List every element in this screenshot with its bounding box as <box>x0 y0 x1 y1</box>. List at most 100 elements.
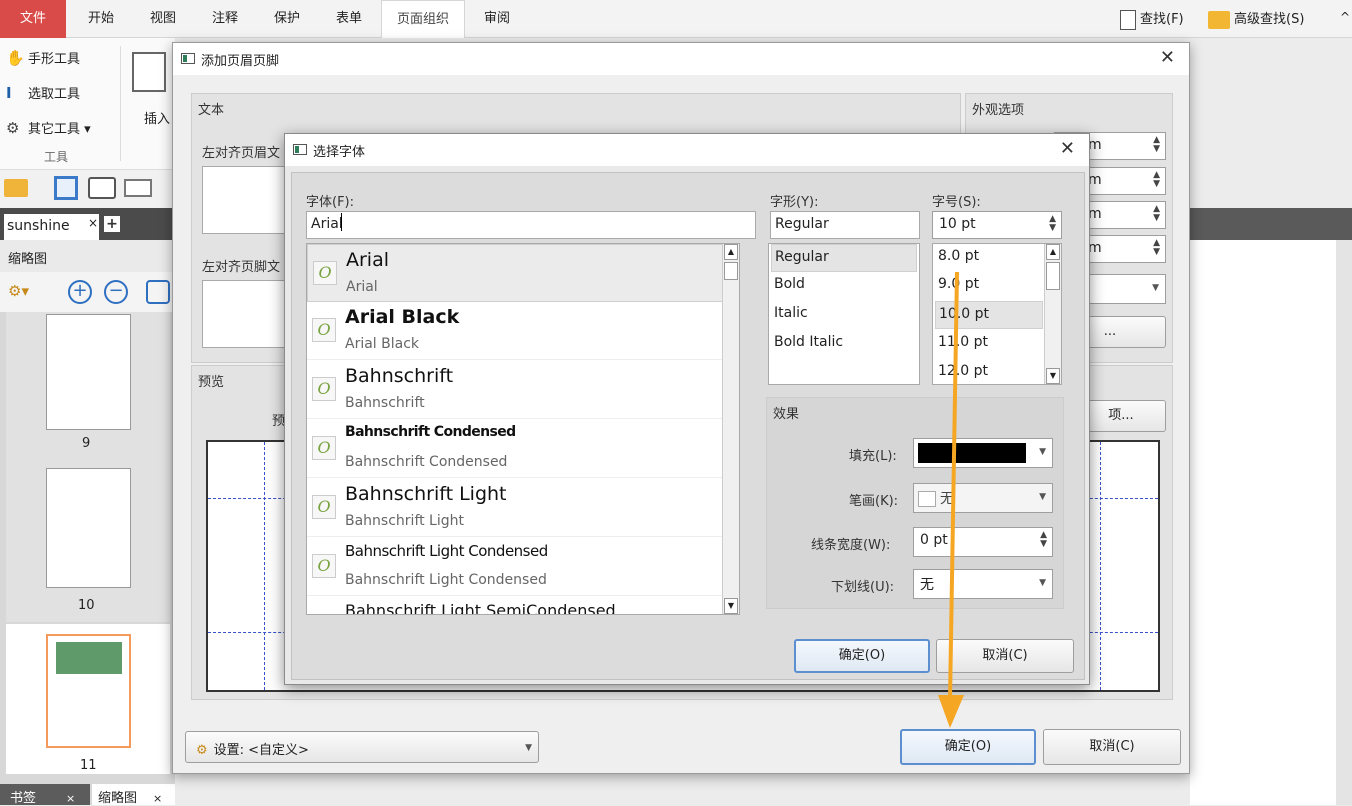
font-item-name: Arial Black <box>345 306 460 328</box>
font-item-bahnschrift-light-semicondensed[interactable]: Bahnschrift Light SemiCondensed <box>307 597 735 614</box>
bookmarks-tab[interactable]: 书签 × <box>0 784 90 806</box>
font-item-name: Bahnschrift Condensed <box>345 424 516 440</box>
zoom-out-icon[interactable]: − <box>104 280 128 304</box>
size-spinner[interactable]: 10 pt ▲ ▼ <box>932 211 1062 239</box>
size-item-8[interactable]: 8.0 pt <box>935 244 1043 272</box>
font-list[interactable]: O Arial Arial O Arial Black Arial Black O Bah… <box>306 243 740 615</box>
tab-file[interactable]: 文件 <box>0 0 66 38</box>
hand-icon: ✋ <box>6 49 25 67</box>
stroke-label: 笔画(K): <box>849 494 899 509</box>
tab-review[interactable]: 审阅 <box>470 0 524 38</box>
page-9-number: 9 <box>82 436 91 451</box>
window-icon <box>181 53 195 64</box>
font-item-bahnschrift-light-condensed[interactable]: O Bahnschrift Light Condensed Bahnschrift … <box>307 538 735 596</box>
insert-page-icon[interactable] <box>132 52 166 92</box>
guide-line <box>1100 442 1101 690</box>
tab-page-organize[interactable]: 页面组织 <box>381 0 465 38</box>
spin-arrows-icon[interactable]: ▲ ▼ <box>1153 205 1160 223</box>
close-font-dialog-icon[interactable]: ✕ <box>1060 138 1075 159</box>
thumbnails-tab[interactable]: 缩略图 × <box>92 784 175 806</box>
rotate-icon[interactable] <box>146 280 170 304</box>
search-doc-icon <box>1120 9 1136 30</box>
font-name-input[interactable]: Arial <box>306 211 756 239</box>
page-10-number: 10 <box>78 598 95 613</box>
tab-protect[interactable]: 保护 <box>260 0 314 38</box>
print-icon[interactable] <box>88 177 116 199</box>
settings-value: 设置: <自定义> <box>213 743 309 758</box>
spin-arrows-icon[interactable]: ▲ ▼ <box>1153 171 1160 189</box>
settings-gear-icon[interactable]: ⚙▾ <box>8 282 29 300</box>
save-icon[interactable] <box>54 176 78 200</box>
close-thumbnails-icon[interactable]: × <box>153 792 162 805</box>
effects-label: 效果 <box>773 407 800 422</box>
size-list-scrollbar[interactable]: ▲ ▼ <box>1044 244 1061 384</box>
spin-arrows-icon[interactable]: ▲ ▼ <box>1153 136 1160 154</box>
style-input[interactable]: Regular <box>770 211 920 239</box>
style-item-italic[interactable]: Italic <box>771 301 917 329</box>
chevron-down-icon: ▼ <box>1152 283 1159 293</box>
spin-arrows-icon[interactable]: ▲ ▼ <box>1049 215 1056 233</box>
font-item-sample: Bahnschrift Condensed <box>345 454 508 470</box>
font-item-bahnschrift-condensed[interactable]: O Bahnschrift Condensed Bahnschrift Conden… <box>307 420 735 478</box>
font-item-sample: Bahnschrift Light <box>345 513 464 529</box>
fill-label: 填充(L): <box>849 449 897 464</box>
font-ok-button[interactable]: 确定(O) <box>794 639 930 673</box>
style-label: 字形(Y): <box>770 195 819 210</box>
font-item-sample: Bahnschrift Light Condensed <box>345 572 547 588</box>
close-dialog-icon[interactable]: ✕ <box>1160 47 1175 68</box>
style-item-bold-italic[interactable]: Bold Italic <box>771 330 917 358</box>
advanced-search-label: 高级查找(S) <box>1234 12 1305 27</box>
search-button[interactable]: 查找(F) <box>1120 8 1206 30</box>
spin-arrows-icon[interactable]: ▲ ▼ <box>1153 239 1160 257</box>
font-item-bahnschrift-light[interactable]: O Bahnschrift Light Bahnschrift Light <box>307 479 735 537</box>
close-bookmarks-icon[interactable]: × <box>66 792 75 805</box>
scroll-thumb[interactable] <box>1046 262 1060 290</box>
tab-view[interactable]: 视图 <box>136 0 190 38</box>
other-tools-label: 其它工具 <box>28 122 81 137</box>
style-value: Regular <box>775 216 829 232</box>
tab-home[interactable]: 开始 <box>74 0 128 38</box>
advanced-search-button[interactable]: 高级查找(S) <box>1208 8 1336 30</box>
scroll-up-icon[interactable]: ▲ <box>1046 244 1060 260</box>
thumbnail-page-10[interactable]: 10 <box>6 462 170 622</box>
document-scrollbar[interactable] <box>1336 240 1352 805</box>
settings-dropdown[interactable]: ⚙ 设置: <自定义> ▼ <box>185 731 539 763</box>
text-cursor <box>341 213 342 231</box>
other-tools-button[interactable]: ⚙ 其它工具 ▾ <box>6 118 91 137</box>
thumbnail-page-11[interactable]: 11 <box>6 624 170 774</box>
font-item-arial[interactable]: O Arial Arial <box>307 244 735 302</box>
font-item-bahnschrift[interactable]: O Bahnschrift Bahnschrift <box>307 361 735 419</box>
document-tab[interactable]: sunshine × <box>4 214 99 240</box>
dialog-cancel-button[interactable]: 取消(C) <box>1043 729 1181 765</box>
spin-arrows-icon[interactable]: ▲ ▼ <box>1040 531 1047 549</box>
scroll-down-icon[interactable]: ▼ <box>1046 368 1060 384</box>
style-list[interactable]: Regular Bold Italic Bold Italic <box>768 243 920 385</box>
thumbnail-page-9[interactable]: 9 <box>6 312 170 462</box>
underline-label: 下划线(U): <box>831 580 895 595</box>
scroll-up-icon[interactable]: ▲ <box>724 244 738 260</box>
close-tab-icon[interactable]: × <box>88 216 98 230</box>
ribbon-body: ✋ 手形工具 I 选取工具 ⚙ 其它工具 ▾ 工具 插入 <box>0 38 175 170</box>
zoom-in-icon[interactable]: + <box>68 280 92 304</box>
tools-group-label: 工具 <box>44 150 69 164</box>
select-tool-button[interactable]: I 选取工具 <box>6 83 80 102</box>
document-page <box>1190 240 1336 805</box>
open-folder-icon[interactable] <box>4 179 28 197</box>
style-item-bold[interactable]: Bold <box>771 272 917 300</box>
chevron-down-icon: ▼ <box>1039 447 1046 457</box>
font-list-scrollbar[interactable]: ▲ ▼ <box>722 244 739 614</box>
new-tab-icon[interactable]: + <box>104 216 120 232</box>
hand-tool-button[interactable]: ✋ 手形工具 <box>6 48 80 67</box>
scroll-thumb[interactable] <box>724 262 738 280</box>
scroll-down-icon[interactable]: ▼ <box>724 598 738 614</box>
insert-label[interactable]: 插入 <box>144 108 170 127</box>
font-item-arial-black[interactable]: O Arial Black Arial Black <box>307 302 735 360</box>
opentype-icon: O <box>312 377 336 401</box>
email-icon[interactable] <box>124 179 152 197</box>
ribbon-tab-bar: 文件 开始 视图 注释 保护 表单 页面组织 审阅 查找(F) 高级查找(S) … <box>0 0 1352 38</box>
font-dialog-title: 选择字体 <box>313 145 366 160</box>
tab-comment[interactable]: 注释 <box>198 0 252 38</box>
style-item-regular[interactable]: Regular <box>771 244 917 272</box>
tab-form[interactable]: 表单 <box>322 0 376 38</box>
ribbon-collapse-icon[interactable]: ^ <box>1340 10 1350 24</box>
